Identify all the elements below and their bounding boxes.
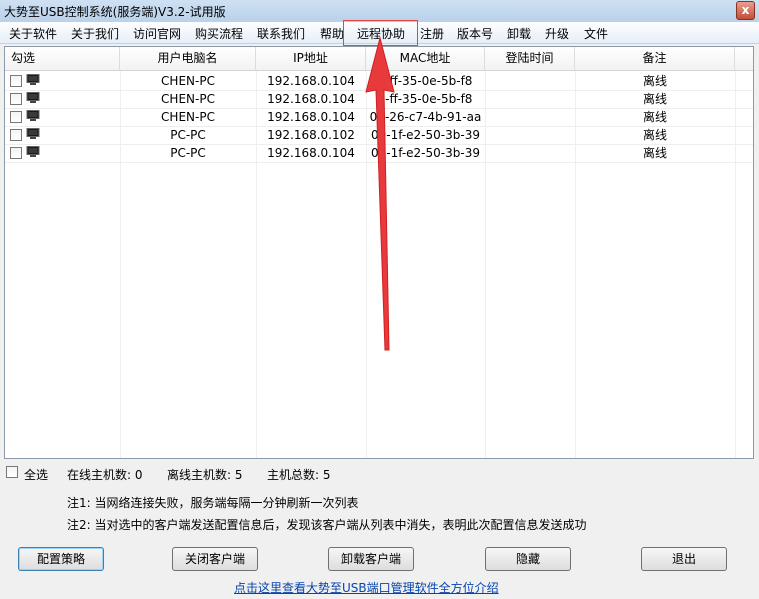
exit-button[interactable]: 退出 [641,547,727,571]
window-title: 大势至USB控制系统(服务端)V3.2-试用版 [4,5,226,19]
list-header: 勾选 用户电脑名 IP地址 MAC地址 登陆时间 备注 [5,47,753,71]
cell-pc-name: PC-PC [170,128,206,142]
row-checkbox[interactable] [10,129,22,141]
col-header-mac[interactable]: MAC地址 [366,47,485,70]
select-all-label[interactable]: 全选 [24,466,48,483]
note-1: 注1: 当网络连接失败，服务端每隔一分钟刷新一次列表 [67,496,359,510]
col-header-pc-name[interactable]: 用户电脑名 [120,47,256,70]
cell-note: 离线 [642,128,667,142]
cell-mac: c-ff-35-0e-5b-f8 [378,92,473,106]
computer-icon [26,128,40,139]
cell-mac: 00-26-c7-4b-91-aa [369,110,482,124]
close-client-button[interactable]: 关闭客户端 [172,547,258,571]
intro-link[interactable]: 点击这里查看大势至USB端口管理软件全方位介绍 [234,579,499,596]
cell-ip: 192.168.0.104 [267,146,355,160]
row-checkbox[interactable] [10,93,22,105]
table-row[interactable]: PC-PC 192.168.0.102 00-1f-e2-50-3b-39 离线 [5,126,753,145]
cell-ip: 192.168.0.102 [267,128,355,142]
menu-file[interactable]: 文件 [584,25,608,42]
menu-about-software[interactable]: 关于软件 [9,25,57,42]
remote-assist-highlight [343,20,418,46]
note-2: 注2: 当对选中的客户端发送配置信息后，发现该客户端从列表中消失，表明此次配置信… [67,518,587,532]
cell-pc-name: CHEN-PC [161,92,215,106]
menu-register[interactable]: 注册 [420,25,444,42]
cell-pc-name: CHEN-PC [161,74,215,88]
cell-ip: 192.168.0.104 [267,92,355,106]
close-button[interactable]: x [736,1,755,20]
row-checkbox[interactable] [10,111,22,123]
close-icon: x [741,3,750,17]
cell-mac: c-ff-35-0e-5b-f8 [378,74,473,88]
cell-login-time [485,144,575,162]
client-list[interactable]: 勾选 用户电脑名 IP地址 MAC地址 登陆时间 备注 CHEN-PC 192.… [4,46,754,459]
table-row[interactable]: CHEN-PC 192.168.0.104 c-ff-35-0e-5b-f8 离… [5,72,753,91]
cell-login-time [485,126,575,144]
cell-ip: 192.168.0.104 [267,110,355,124]
table-row[interactable]: CHEN-PC 192.168.0.104 c-ff-35-0e-5b-f8 离… [5,90,753,109]
col-header-select[interactable]: 勾选 [5,47,120,70]
total-count: 主机总数: 5 [267,468,331,482]
menu-help[interactable]: 帮助 [320,25,344,42]
menu-contact[interactable]: 联系我们 [257,25,305,42]
computer-icon [26,92,40,103]
uninstall-client-button[interactable]: 卸载客户端 [328,547,414,571]
cell-ip: 192.168.0.104 [267,74,355,88]
col-header-login-time[interactable]: 登陆时间 [485,47,575,70]
cell-login-time [485,72,575,90]
hide-button[interactable]: 隐藏 [485,547,571,571]
config-policy-button[interactable]: 配置策略 [18,547,104,571]
menu-upgrade[interactable]: 升级 [545,25,569,42]
cell-note: 离线 [642,92,667,106]
title-bar: 大势至USB控制系统(服务端)V3.2-试用版 x [0,0,759,22]
table-row[interactable]: CHEN-PC 192.168.0.104 00-26-c7-4b-91-aa … [5,108,753,127]
menu-purchase[interactable]: 购买流程 [195,25,243,42]
cell-pc-name: CHEN-PC [161,110,215,124]
menu-uninstall[interactable]: 卸载 [507,25,531,42]
cell-mac: 00-1f-e2-50-3b-39 [371,128,480,142]
cell-note: 离线 [642,74,667,88]
cell-login-time [485,90,575,108]
cell-login-time [485,108,575,126]
computer-icon [26,74,40,85]
cell-note: 离线 [642,146,667,160]
computer-icon [26,146,40,157]
table-row[interactable]: PC-PC 192.168.0.104 00-1f-e2-50-3b-39 离线 [5,144,753,163]
offline-count: 离线主机数: 5 [167,468,243,482]
select-all-checkbox[interactable] [6,466,18,478]
row-checkbox[interactable] [10,147,22,159]
menu-version[interactable]: 版本号 [457,25,493,42]
col-header-ip[interactable]: IP地址 [256,47,366,70]
online-count: 在线主机数: 0 [67,468,143,482]
cell-pc-name: PC-PC [170,146,206,160]
row-checkbox[interactable] [10,75,22,87]
menu-about-us[interactable]: 关于我们 [71,25,119,42]
cell-mac: 00-1f-e2-50-3b-39 [371,146,480,160]
menu-official-site[interactable]: 访问官网 [133,25,181,42]
computer-icon [26,110,40,121]
col-header-note[interactable]: 备注 [575,47,735,70]
cell-note: 离线 [642,110,667,124]
